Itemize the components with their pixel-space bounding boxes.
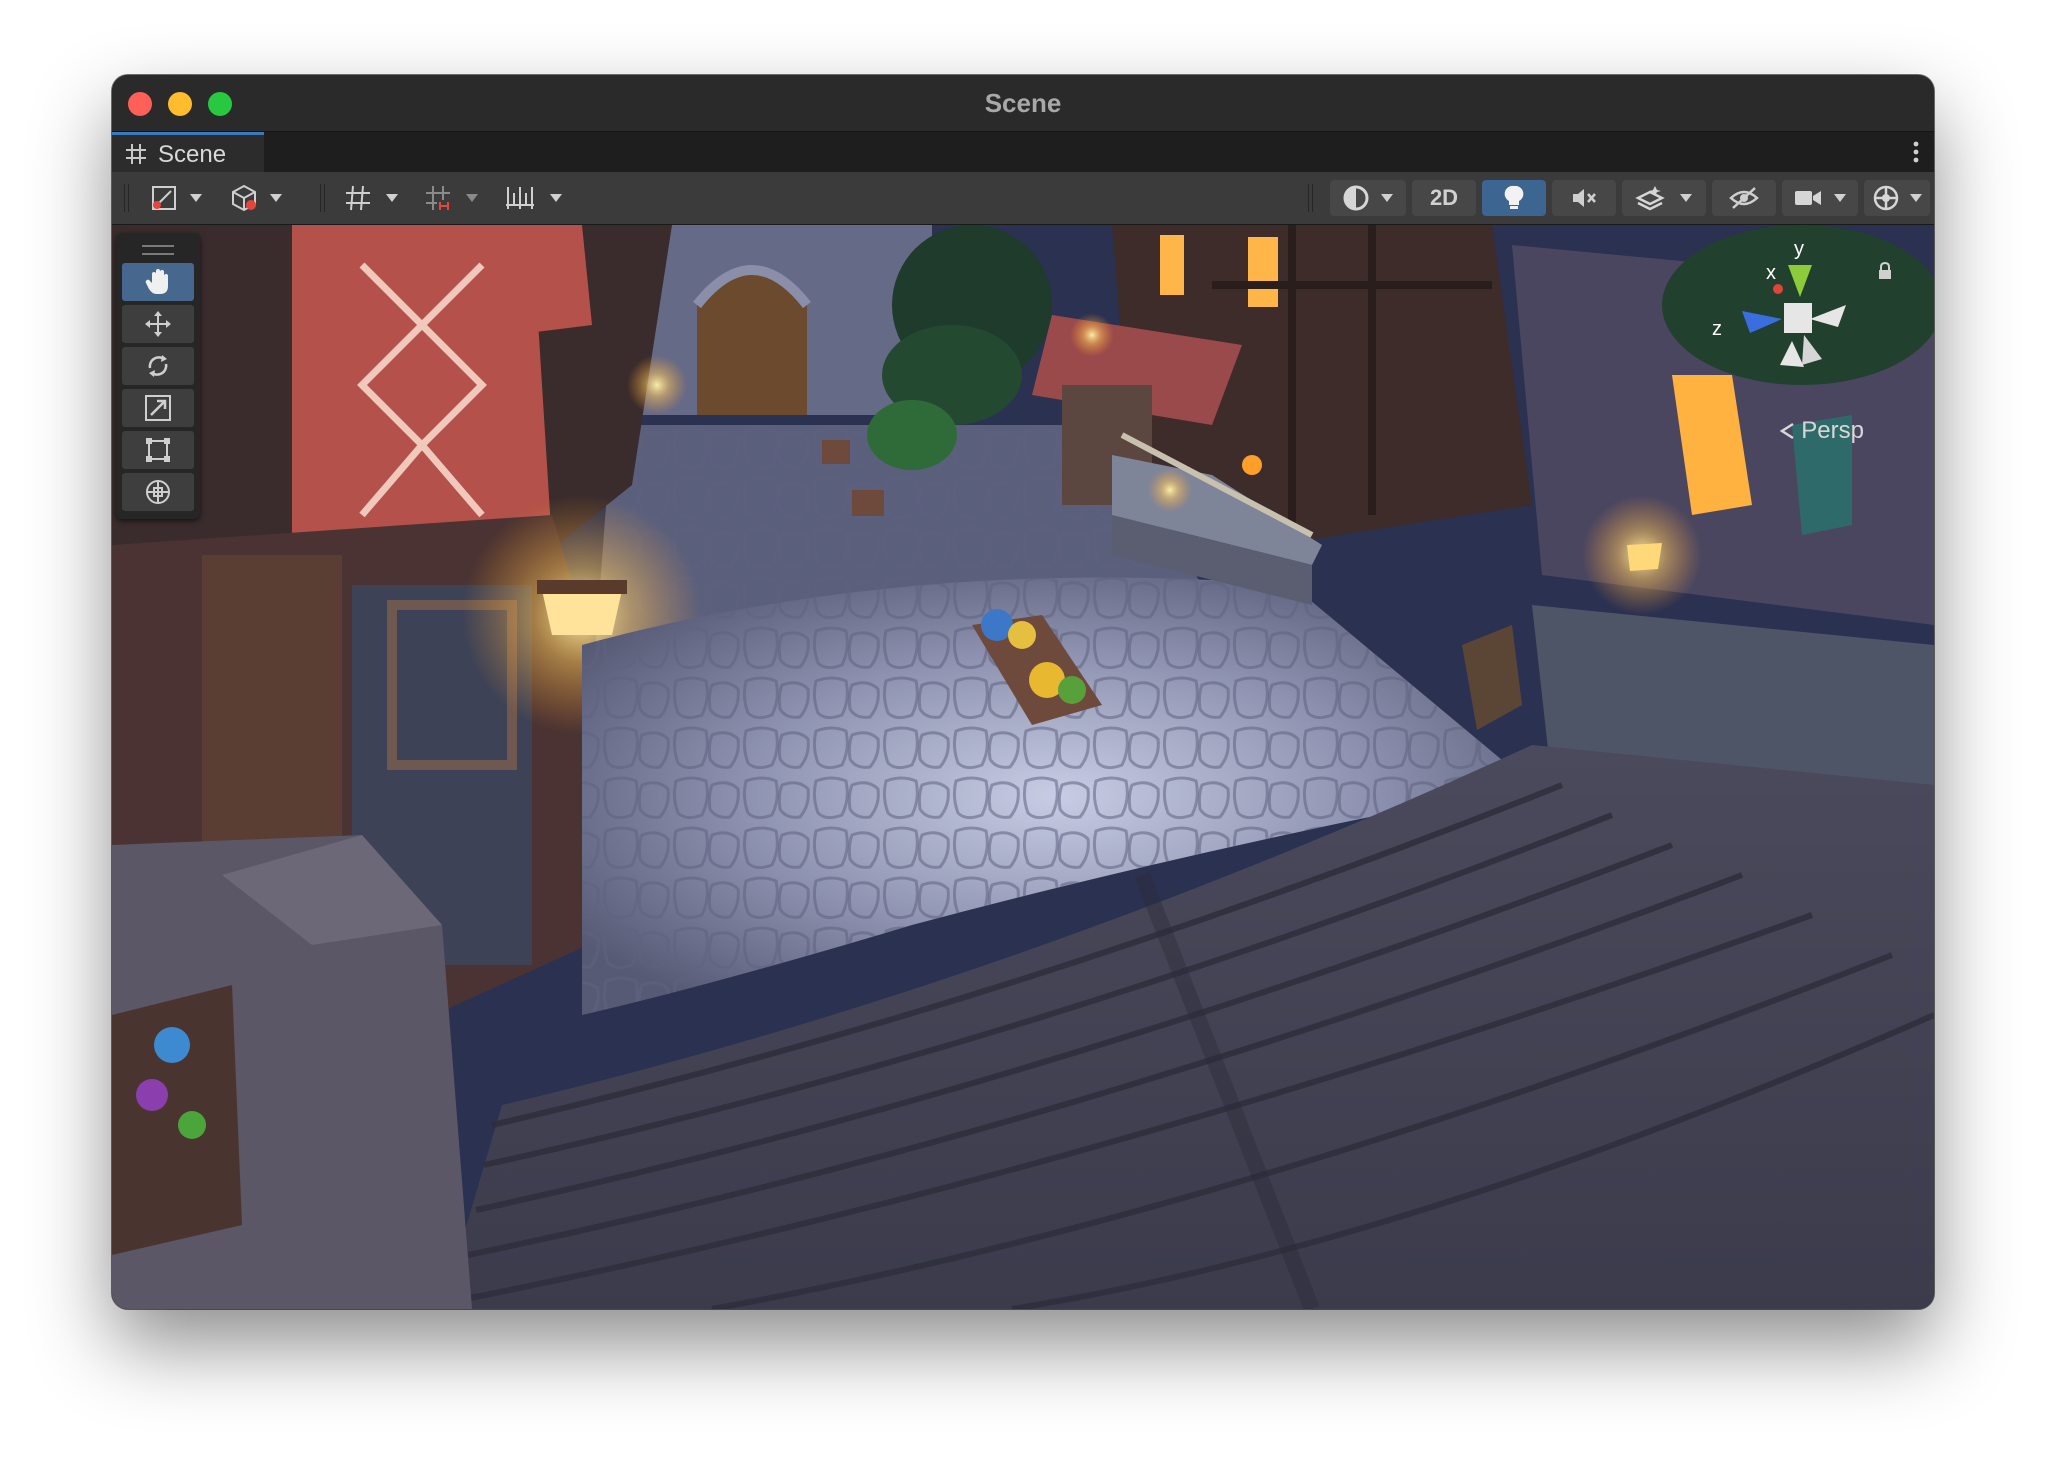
hand-tool-button[interactable] xyxy=(122,263,194,301)
audio-toggle-button[interactable] xyxy=(1552,180,1616,216)
increment-snapping-button[interactable] xyxy=(498,180,542,216)
scale-tool-button[interactable] xyxy=(122,389,194,427)
scene-toolbar: 2D xyxy=(112,172,1934,225)
effects-button[interactable] xyxy=(1622,180,1706,216)
toolbar-separator xyxy=(320,184,325,212)
chevron-down-icon xyxy=(1381,194,1393,202)
kebab-menu-icon[interactable] xyxy=(1912,140,1920,164)
tab-scene[interactable]: Scene xyxy=(112,132,264,173)
rect-transform-icon xyxy=(146,438,170,462)
window-title: Scene xyxy=(984,88,1062,118)
scale-icon xyxy=(145,395,171,421)
tab-scene-label: Scene xyxy=(158,141,227,168)
2d-toggle-button[interactable]: 2D xyxy=(1412,180,1476,216)
chevron-down-icon xyxy=(550,194,562,202)
light-bulb-icon xyxy=(1504,185,1524,209)
chevron-down-icon xyxy=(1680,194,1692,202)
layers-effects-icon xyxy=(1635,186,1665,211)
grid-snapping-button[interactable] xyxy=(418,180,458,216)
toolbar-separator xyxy=(1308,184,1313,212)
projection-toggle[interactable]: Persp xyxy=(1779,417,1864,445)
axis-gizmo-icon: x y z xyxy=(1712,238,1846,367)
chevron-down-icon xyxy=(1834,194,1846,202)
global-cube-icon xyxy=(232,184,256,212)
toolbar-grip xyxy=(124,184,129,212)
chevron-down-icon xyxy=(1910,194,1922,202)
gizmo-z-label: z xyxy=(1712,318,1722,340)
tool-handle-position-dropdown[interactable] xyxy=(184,180,208,216)
gizmos-button[interactable] xyxy=(1864,180,1930,216)
chevron-down-icon xyxy=(386,194,398,202)
hidden-eye-icon xyxy=(1729,187,1759,209)
grid-visibility-button[interactable] xyxy=(338,180,378,216)
move-tool-button[interactable] xyxy=(122,305,194,343)
grid-icon xyxy=(346,185,370,211)
rect-tool-button[interactable] xyxy=(122,431,194,469)
gizmo-globe-icon xyxy=(1873,185,1899,211)
shaded-sphere-icon xyxy=(1343,185,1369,211)
scene-visibility-button[interactable] xyxy=(1712,180,1776,216)
grid-snap-icon xyxy=(426,186,450,210)
tool-handle-rotation-button[interactable] xyxy=(226,180,262,216)
title-bar: Scene xyxy=(112,75,1934,131)
chevron-down-icon xyxy=(270,194,282,202)
ruler-icon xyxy=(506,187,534,209)
tool-handle-position-button[interactable] xyxy=(146,180,182,216)
rotate-tool-button[interactable] xyxy=(122,347,194,385)
2d-toggle-label: 2D xyxy=(1429,185,1459,210)
video-camera-icon xyxy=(1795,191,1821,205)
camera-settings-button[interactable] xyxy=(1782,180,1858,216)
orientation-gizmo[interactable]: x y z xyxy=(1708,235,1888,435)
tool-handle-rotation-dropdown[interactable] xyxy=(264,180,288,216)
scene-render xyxy=(112,225,1934,1309)
chevron-down-icon xyxy=(466,194,478,202)
move-arrows-icon xyxy=(145,311,171,337)
scene-viewport[interactable]: x y z Persp xyxy=(112,225,1934,1309)
lighting-toggle-button[interactable] xyxy=(1482,180,1546,216)
increment-snapping-dropdown[interactable] xyxy=(544,180,568,216)
transform-tool-button[interactable] xyxy=(122,473,194,511)
tool-palette xyxy=(116,233,200,519)
tab-bar: Scene xyxy=(112,131,1934,173)
transform-icon xyxy=(146,480,170,504)
grid-hash-icon xyxy=(126,144,146,164)
rotate-icon xyxy=(148,355,168,377)
gizmo-x-label: x xyxy=(1766,262,1776,284)
chevron-down-icon xyxy=(190,194,202,202)
scene-window: Scene Scene 2D x y z Persp xyxy=(112,75,1934,1309)
palette-drag-handle[interactable] xyxy=(142,245,174,255)
pivot-transform-icon xyxy=(152,186,176,210)
grid-visibility-dropdown[interactable] xyxy=(380,180,404,216)
hand-icon xyxy=(145,269,168,294)
gizmo-y-label: y xyxy=(1794,238,1804,260)
draw-mode-button[interactable] xyxy=(1330,180,1406,216)
grid-snapping-dropdown[interactable] xyxy=(460,180,484,216)
projection-label: Persp xyxy=(1801,417,1864,444)
chevron-left-icon xyxy=(1779,422,1794,440)
muted-speaker-icon xyxy=(1573,189,1596,207)
